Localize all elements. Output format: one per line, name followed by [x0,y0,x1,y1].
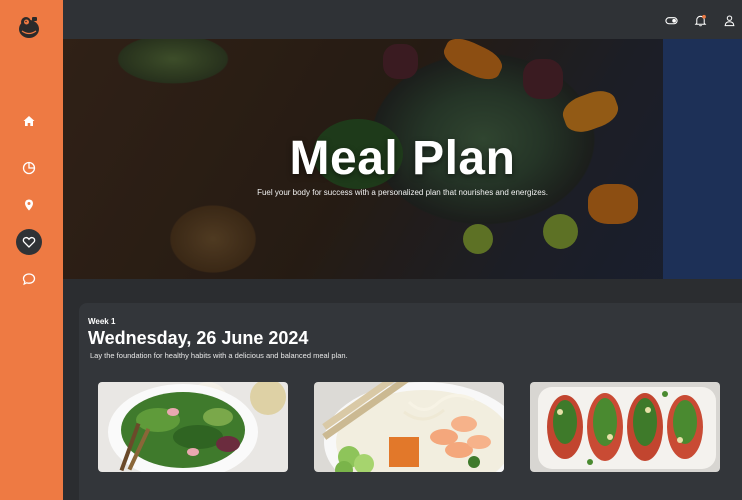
map-pin-icon [25,199,33,211]
meal-card-stuffed-salmon-platter[interactable] [530,382,720,472]
hero-food-image [463,224,493,254]
day-description: Lay the foundation for healthy habits wi… [90,351,348,360]
shrimp-noodle-bowl-image [314,382,504,472]
pie-chart-icon [22,161,36,175]
hero-food-image [543,214,578,249]
green-salad-image [98,382,288,472]
day-date-heading: Wednesday, 26 June 2024 [88,328,309,348]
week-label: Week 1 [88,317,116,326]
toggle-icon[interactable] [664,13,678,27]
sidebar-item-home[interactable] [16,108,42,134]
hero-food-image [523,59,563,99]
home-icon [23,116,35,126]
hero-banner: Meal Plan Fuel your body for success wit… [63,39,742,279]
stuffed-salmon-platter-image [530,382,720,472]
hero-subtitle: Fuel your body for success with a person… [257,188,548,197]
gorilla-logo-icon[interactable] [16,14,42,40]
meal-card-shrimp-noodle-bowl[interactable] [314,382,504,472]
sidebar-item-messages[interactable] [16,266,42,292]
sidebar [0,0,63,500]
hero-food-image [439,39,507,86]
hero-food-image [383,44,418,79]
meal-card-green-salad[interactable] [98,382,288,472]
top-bar [63,0,742,39]
sidebar-item-favorites[interactable] [16,229,42,255]
hero-title: Meal Plan [289,132,516,185]
sidebar-item-stats[interactable] [16,155,42,181]
bell-icon[interactable] [693,13,707,27]
user-icon[interactable] [722,13,736,27]
chat-bubble-icon [22,273,36,286]
day-plan-panel: Week 1 Wednesday, 26 June 2024 Lay the f… [79,303,742,500]
heart-icon [22,236,36,248]
sidebar-item-location[interactable] [16,192,42,218]
hero-food-image [558,85,623,138]
